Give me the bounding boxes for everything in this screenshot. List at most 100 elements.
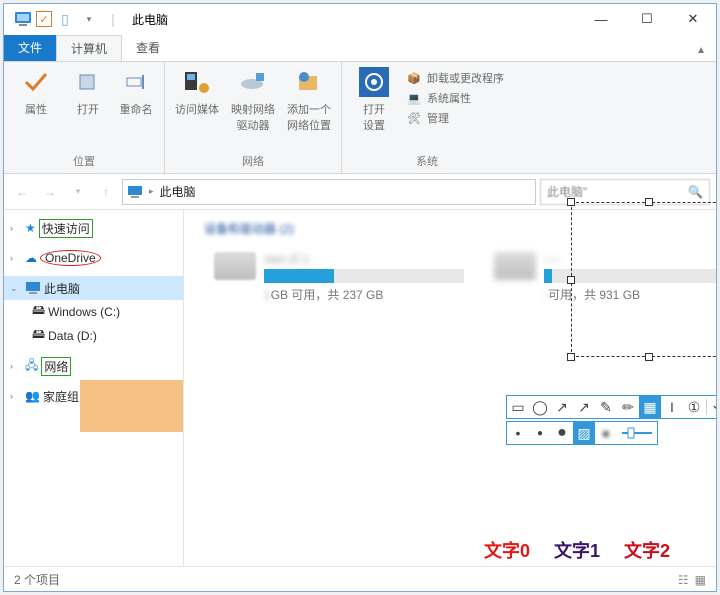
pc-icon [12,8,34,30]
window-title: 此电脑 [132,11,168,28]
sysprops-button[interactable]: 💻系统属性 [406,90,504,106]
settings-icon [358,66,390,98]
uninstall-icon: 📦 [406,70,422,86]
collapse-icon[interactable]: ⌄ [10,283,22,294]
media-button[interactable]: 访问媒体 [173,66,221,117]
details-view-button[interactable]: ☷ [678,573,689,587]
uninstall-button[interactable]: 📦卸载或更改程序 [406,70,504,86]
history-dropdown[interactable]: ▾ [66,180,90,204]
expand-icon[interactable]: › [10,391,22,401]
up-button[interactable]: ↑ [94,180,118,204]
status-bar: 2 个项目 ☷ ▦ [4,566,716,592]
tool-arrow[interactable]: ↗ [573,396,595,418]
selection-frame[interactable] [571,202,717,357]
doc-icon[interactable]: ▯ [54,8,76,30]
drive-free: 1GB 可用，共 237 GB [264,286,464,303]
quick-access-toolbar: ✓ ▯ ▾ | 此电脑 [4,8,168,30]
minimize-button[interactable]: — [578,4,624,34]
rename-button[interactable]: 重命名 [116,66,156,117]
size-m[interactable]: ● [551,422,573,444]
expand-icon[interactable]: › [10,361,22,371]
chevron-icon: ▸ [149,186,154,197]
pipe-sep: | [102,8,124,30]
checkbox-icon[interactable]: ✓ [36,11,52,27]
manage-icon: 🛠 [406,110,422,126]
drive-icon: 🖴 [32,325,45,347]
forward-button[interactable]: → [38,180,62,204]
maximize-button[interactable]: ☐ [624,4,670,34]
nav-drive-d[interactable]: 🖴 Data (D:) [4,324,183,348]
group-network-label: 网络 [173,151,333,173]
add-netloc-button[interactable]: 添加一个 网络位置 [285,66,333,133]
star-icon: ★ [25,221,36,235]
group-location-label: 位置 [12,151,156,173]
tool-mosaic[interactable]: ▦ [639,396,661,418]
map-drive-icon [237,66,269,98]
drive-c-label: Windows (C:) [48,305,120,319]
nav-network[interactable]: › 🖧 网络 [4,354,183,378]
network-label: 网络 [41,357,71,376]
undo-button[interactable]: ↶ [708,396,717,418]
size-s[interactable]: ● [529,422,551,444]
pattern-b[interactable]: ● [595,422,617,444]
body: › ★ 快速访问 › ☁ OneDrive ⌄ 此电脑 🖴 Windows (C… [4,210,716,566]
rename-icon [120,66,152,98]
item-count: 2 个项目 [14,571,60,588]
ribbon-collapse-icon[interactable]: ▲ [696,45,706,56]
search-box[interactable]: 此电脑" 🔍 [540,179,710,205]
snip-toolbar: ▭ ◯ ↗ ↗ ✎ ✏ ▦ I ① ↶ ↷ 💾 ⧉ ✓ [506,395,717,419]
group-system-label: 系统 [350,151,504,173]
onedrive-label: OneDrive [40,250,101,266]
tab-file[interactable]: 文件 [4,35,56,61]
address-text: 此电脑 [160,183,196,200]
open-settings-button[interactable]: 打开 设置 [350,66,398,133]
nav-this-pc[interactable]: ⌄ 此电脑 [4,276,183,300]
nav-quick-access[interactable]: › ★ 快速访问 [4,216,183,240]
tool-counter[interactable]: ① [683,396,705,418]
media-icon [181,66,213,98]
tab-computer[interactable]: 计算机 [56,35,122,61]
tool-ellipse[interactable]: ◯ [529,396,551,418]
titlebar: ✓ ▯ ▾ | 此电脑 — ☐ ✕ [4,4,716,34]
section-header: 设备和驱动器 (2) [204,220,294,237]
cloud-icon: ☁ [25,251,37,265]
icons-view-button[interactable]: ▦ [695,573,706,587]
tool-pen[interactable]: ✎ [595,396,617,418]
add-netloc-icon [293,66,325,98]
text-0: 文字0 [484,537,530,563]
check-icon [20,66,52,98]
drive-icon: 🖴 [32,301,45,323]
map-drive-button[interactable]: 映射网络 驱动器 [229,66,277,133]
nav-drive-c[interactable]: 🖴 Windows (C:) [4,300,183,324]
tool-text[interactable]: I [661,396,683,418]
pc-small-icon: 💻 [406,90,422,106]
content-pane[interactable]: 设备和驱动器 (2) ows (C:) 1GB 可用，共 237 GB ----… [184,210,716,566]
pattern-a[interactable]: ▨ [573,422,595,444]
back-button[interactable]: ← [10,180,34,204]
drive-icon [494,252,536,280]
manage-button[interactable]: 🛠管理 [406,110,504,126]
expand-icon[interactable]: › [10,253,22,263]
close-button[interactable]: ✕ [670,4,716,34]
open-button[interactable]: 打开 [68,66,108,117]
open-icon [72,66,104,98]
tool-rect[interactable]: ▭ [507,396,529,418]
expand-icon[interactable]: › [10,223,22,233]
nav-onedrive[interactable]: › ☁ OneDrive [4,246,183,270]
size-xs[interactable]: • [507,422,529,444]
slider[interactable] [617,422,657,444]
explorer-window: ✓ ▯ ▾ | 此电脑 — ☐ ✕ 文件 计算机 查看 ▲ 属性 [3,3,717,592]
ribbon: 属性 打开 重命名 位置 访问媒体 [4,62,716,174]
tool-line[interactable]: ↗ [551,396,573,418]
props-button[interactable]: 属性 [12,66,60,117]
qat-dropdown-icon[interactable]: ▾ [78,8,100,30]
drive-d-label: Data (D:) [48,329,97,343]
drive-c-item[interactable]: ows (C:) 1GB 可用，共 237 GB [214,252,464,303]
tool-highlighter[interactable]: ✏ [617,396,639,418]
tab-view[interactable]: 查看 [122,35,174,61]
usage-bar [264,269,464,283]
address-bar[interactable]: ▸ 此电脑 [122,179,536,205]
pc-icon [127,185,143,199]
network-icon: 🖧 [25,356,38,377]
annotation-rectangle [80,380,183,432]
